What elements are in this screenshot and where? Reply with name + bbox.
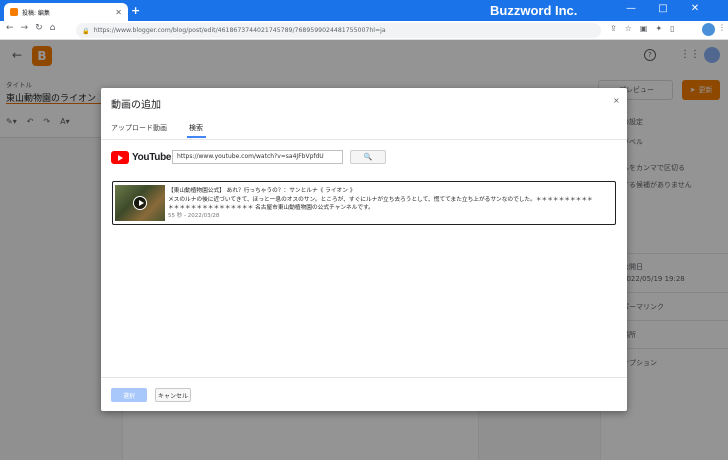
tab-uploaded-videos[interactable]: アップロード動画 <box>111 123 167 133</box>
video-search-input[interactable]: https://www.youtube.com/watch?v=sa4JFbVp… <box>172 150 343 164</box>
dialog-footer-divider <box>101 377 627 378</box>
brand-watermark: Buzzword Inc. <box>490 3 578 18</box>
profile-avatar[interactable] <box>702 23 715 36</box>
sidepanel-icon[interactable]: ▯ <box>670 24 674 33</box>
tab-search[interactable]: 検索 <box>189 123 203 133</box>
search-icon: 🔍 <box>363 153 373 161</box>
window-controls: — □ ✕ <box>620 3 706 14</box>
tab-close-icon[interactable]: ✕ <box>115 8 122 17</box>
youtube-play-icon <box>111 151 129 164</box>
video-meta: 55 秒 - 2022/03/28 <box>168 213 220 219</box>
share-icon[interactable]: ⇪ <box>610 24 617 33</box>
extension-icon[interactable]: ▣ <box>640 24 648 33</box>
blogger-favicon-icon <box>10 8 18 16</box>
search-button[interactable]: 🔍 <box>350 150 386 164</box>
new-tab-button[interactable]: + <box>131 4 140 17</box>
youtube-logo: YouTube <box>111 151 172 164</box>
tab-divider <box>101 139 627 140</box>
video-description: ＊＊＊＊＊＊＊＊＊＊＊＊＊＊＊ 名古屋市東山動植物園の公式チャンネルです。 <box>168 205 374 211</box>
video-thumbnail[interactable] <box>115 185 165 221</box>
youtube-wordmark: YouTube <box>132 152 172 163</box>
browser-menu-icon[interactable]: ⋮ <box>718 23 726 32</box>
active-tab-indicator <box>187 136 206 138</box>
extension-icons: ⇪ ☆ ▣ ✦ ▯ <box>610 24 675 33</box>
address-bar[interactable]: 🔒 https://www.blogger.com/blog/post/edit… <box>76 23 601 38</box>
screen: 投稿: 編集 ✕ + Buzzword Inc. — □ ✕ ← → ↻ ⌂ 🔒… <box>0 0 728 460</box>
back-icon[interactable]: ← <box>6 23 14 33</box>
select-button[interactable]: 選択 <box>111 388 147 402</box>
reload-icon[interactable]: ↻ <box>35 23 43 33</box>
home-icon[interactable]: ⌂ <box>50 23 56 33</box>
star-icon[interactable]: ☆ <box>625 24 632 33</box>
window-close-button[interactable]: ✕ <box>684 3 706 14</box>
lock-icon: 🔒 <box>82 27 90 35</box>
minimize-button[interactable]: — <box>620 3 642 14</box>
video-title: 【東山動植物園公式】 あれ？行っちゃうの？：サンとルナ《 ライオン 》 <box>168 188 356 194</box>
forward-icon[interactable]: → <box>21 23 29 33</box>
nav-buttons: ← → ↻ ⌂ <box>6 23 55 33</box>
dialog-title: 動画の追加 <box>111 100 161 111</box>
tab-title: 投稿: 編集 <box>22 9 50 17</box>
browser-tab[interactable]: 投稿: 編集 ✕ <box>4 3 128 21</box>
play-icon <box>133 196 147 210</box>
puzzle-icon[interactable]: ✦ <box>655 24 662 33</box>
address-text: https://www.blogger.com/blog/post/edit/4… <box>93 27 386 34</box>
maximize-button[interactable]: □ <box>652 3 674 14</box>
cancel-button[interactable]: キャンセル <box>155 388 191 402</box>
dialog-close-icon[interactable]: × <box>613 96 620 105</box>
add-video-dialog <box>101 88 627 411</box>
